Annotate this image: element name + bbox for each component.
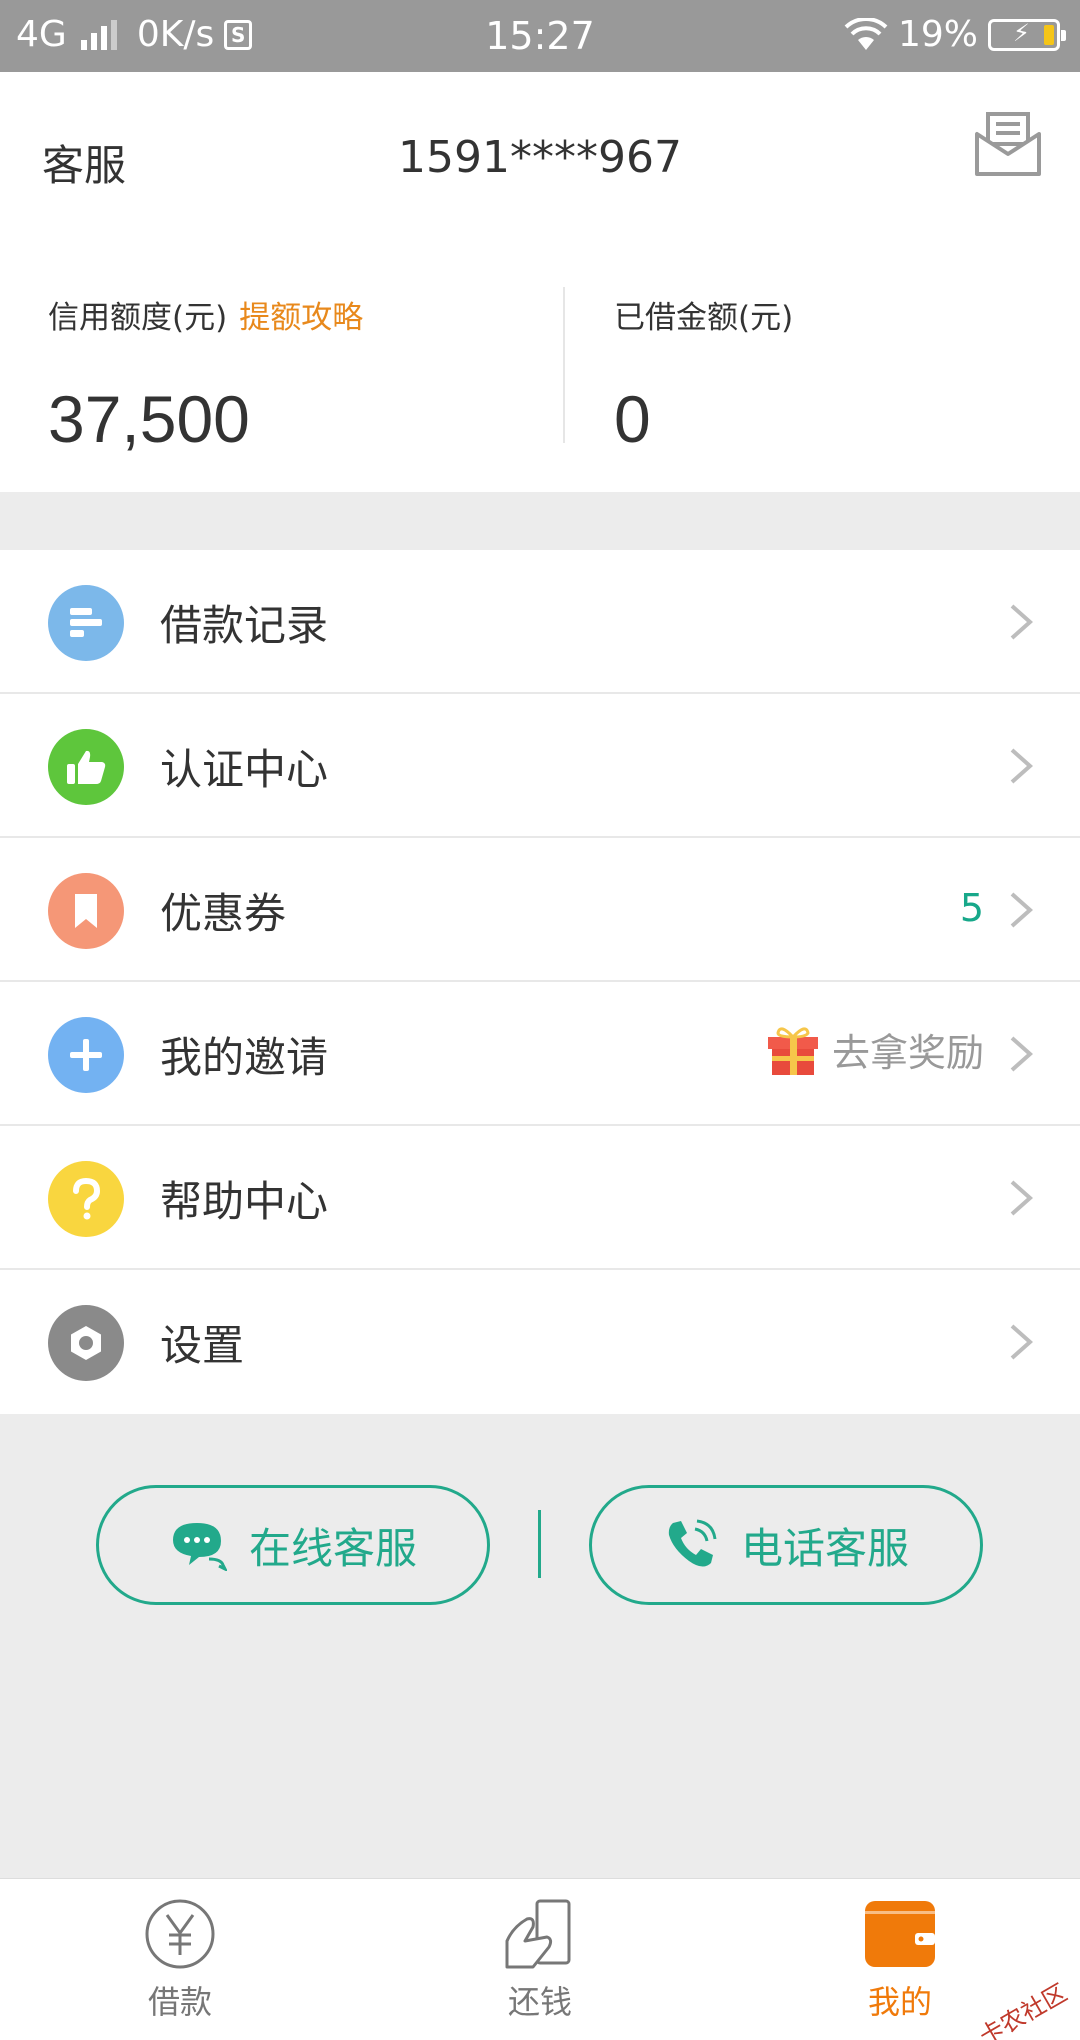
message-envelope-icon[interactable] [974,110,1042,178]
tab-borrow[interactable]: 借款 [80,1897,280,2023]
menu-list: 借款记录 认证中心 优惠券 5 我的邀请 去拿奖励 帮助中心 设置 [0,550,1080,1414]
menu-item-coupons[interactable]: 优惠券 5 [0,838,1080,982]
menu-item-label: 优惠券 [160,889,287,938]
menu-item-label: 借款记录 [160,601,329,650]
battery-icon: ⚡ [988,18,1066,51]
tab-label: 借款 [147,1983,212,2021]
borrowed-amount: 0 [614,382,651,456]
gift-icon [767,1026,818,1075]
menu-item-label: 帮助中心 [160,1177,329,1226]
repay-icon [505,1899,571,1969]
status-right: 19% ⚡ [844,14,1066,55]
reward-hint[interactable]: 去拿奖励 [766,1022,984,1077]
menu-item-label: 设置 [160,1321,245,1370]
tab-label: 还钱 [507,1983,572,2021]
reward-text: 去拿奖励 [831,1031,984,1075]
plus-icon [48,1017,124,1093]
tab-mine[interactable]: 我的 [800,1897,1000,2023]
service-divider [538,1510,541,1578]
loan-record-icon [48,585,124,661]
credit-limit-amount: 37,500 [48,382,250,456]
menu-item-verification-center[interactable]: 认证中心 [0,694,1080,838]
credit-limit-label: 信用额度(元) [48,300,228,336]
phone-service-button[interactable]: 电话客服 [589,1485,983,1605]
gear-icon [48,1305,124,1381]
bookmark-icon [48,873,124,949]
account-header: 客服 1591****967 信用额度(元) 提额攻略 37,500 已借金额(元… [0,72,1080,492]
chevron-right-icon [1010,748,1034,784]
bottom-tab-bar: 借款 还钱 我的 卡农社区 [0,1878,1080,2040]
chevron-right-icon [1010,1180,1034,1216]
menu-item-help-center[interactable]: 帮助中心 [0,1126,1080,1270]
menu-item-loan-records[interactable]: 借款记录 [0,550,1080,694]
coupon-count: 5 [959,886,984,930]
chevron-right-icon [1010,604,1034,640]
credit-limit-block: 信用额度(元) 提额攻略 37,500 [48,292,363,457]
chevron-right-icon [1010,1036,1034,1072]
credit-limit-label-line: 信用额度(元) 提额攻略 [48,292,363,337]
menu-item-my-invitations[interactable]: 我的邀请 去拿奖励 [0,982,1080,1126]
chevron-right-icon [1010,1324,1034,1360]
battery-percent: 19% [897,14,978,55]
phone-call-icon [668,1519,717,1567]
menu-item-settings[interactable]: 设置 [0,1270,1080,1414]
borrowed-amount-label: 已借金额(元) [614,300,794,336]
online-service-label: 在线客服 [248,1523,417,1573]
borrowed-amount-block: 已借金额(元) 0 [614,292,793,457]
thumbs-up-icon [48,729,124,805]
header-divider [563,287,565,443]
user-phone: 1591****967 [398,132,682,183]
yuan-icon [145,1899,215,1969]
chevron-right-icon [1010,892,1034,928]
phone-service-label: 电话客服 [740,1523,909,1573]
wallet-icon [865,1901,935,1967]
chat-bubble-icon [172,1523,227,1571]
raise-limit-link[interactable]: 提额攻略 [239,300,363,336]
tab-label: 我的 [867,1983,932,2021]
menu-item-label: 我的邀请 [160,1033,329,1082]
tab-repay[interactable]: 还钱 [440,1897,640,2023]
online-service-button[interactable]: 在线客服 [96,1485,490,1605]
question-icon [48,1161,124,1237]
wifi-icon [844,17,888,50]
status-bar: 4G 0K/s S 15:27 19% ⚡ [0,0,1080,72]
menu-item-label: 认证中心 [160,745,329,794]
